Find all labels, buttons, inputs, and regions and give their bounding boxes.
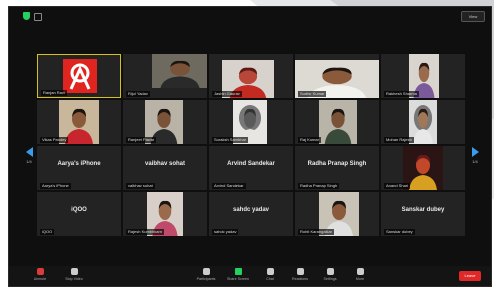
participant-tile[interactable]: Suraksh Sambhar [209,100,293,144]
participant-name-label: Sudhir Kumar [298,91,327,97]
leave-button[interactable]: Leave [459,271,481,281]
toolbar-button-label: More [355,277,365,281]
participant-display-name: Arvind Sandekar [227,161,275,167]
toolbar-button-label: Unmute [33,277,47,281]
participant-name-label: Aarya's iPhone [40,183,71,189]
video-toolbar-button[interactable]: Stop Video [59,268,89,281]
participant-tile[interactable]: Aarya's iPhone Aarya's iPhone [37,146,121,190]
participant-tile[interactable]: Anand Shari [381,146,465,190]
participant-display-name: Sanskar dubey [401,207,445,213]
reactions-toolbar-button[interactable]: Reactions [285,268,315,281]
participant-logo [63,59,97,97]
chat-toolbar-button[interactable]: Chat [255,268,285,281]
chat-icon [266,268,274,275]
participant-name-label: Anand Shari [384,183,411,189]
participant-tile[interactable]: Ranjeet Pawar [123,100,207,144]
chevron-right-icon [471,147,479,157]
participant-video [319,100,357,144]
settings-toolbar-button[interactable]: Settings [315,268,345,281]
participant-tile[interactable]: vaibhav sohat vaibhav sohat [123,146,207,190]
participant-name-label: Rohit Karangalkar [298,229,335,235]
reactions-icon [296,268,304,275]
participant-tile[interactable]: Rohit Karangalkar [295,192,379,236]
participant-name-label: Rajesh Kumbhkarn [126,229,165,235]
participant-display-name: vaibhav sohat [144,161,185,167]
participant-tile[interactable]: Arvind Sandekar Arvind Sandekar [209,146,293,190]
participant-name-label: vaibhav sohat [126,183,155,189]
participant-tile[interactable]: Rajesh Kumbhkarn [123,192,207,236]
meeting-toolbar: Unmute Stop Video Participants Share Screen… [9,266,491,286]
participant-name-label: Raj Kumar [298,137,321,143]
top-bar: View [9,7,491,23]
participant-name-label: Ranjeet Pawar [126,137,157,143]
previous-page-button[interactable]: 1/4 [23,147,35,164]
participant-tile[interactable]: sahdc yadav sahdc yadav [209,192,293,236]
participant-tile[interactable]: iQOO iQOO [37,192,121,236]
toolbar-button-label: Participants [196,277,216,281]
participant-name-label: iQOO [40,229,55,235]
participant-tile[interactable]: Mohan Rajesh [381,100,465,144]
toolbar-button-label: Stop Video [65,277,83,281]
participant-name-label: Mohan Rajesh [384,137,414,143]
participant-video [152,54,207,93]
participant-display-name: Aarya's iPhone [57,161,101,167]
participant-tile[interactable]: Vikas Pandey [37,100,121,144]
participant-tile[interactable]: Radha Pranap Singh Radha Pranap Singh [295,146,379,190]
participants-icon [202,268,210,275]
meeting-info-icon[interactable] [34,13,42,21]
participant-name-label: Ranjan Ravi [41,90,67,96]
participant-name-label: Vikas Pandey [40,137,69,143]
share-screen-toolbar-button[interactable]: Share Screen [223,268,253,281]
participant-name-label: Rijul Yadav [126,91,150,97]
video-icon [70,268,78,275]
security-shield-icon[interactable] [23,12,30,20]
participant-tile[interactable]: Rijul Yadav [123,54,207,98]
toolbar-button-label: Settings [323,277,337,281]
mic-muted-icon [36,268,44,275]
participant-name-label: Rakhesh Sharma [384,91,419,97]
participant-display-name: Radha Pranap Singh [307,161,367,167]
more-toolbar-button[interactable]: More [345,268,375,281]
participant-tile[interactable]: Jashin Gaurav [209,54,293,98]
participant-name-label: Sanskar dubey [384,229,415,235]
participant-tile[interactable]: Sanskar dubey Sanskar dubey [381,192,465,236]
participant-tile[interactable]: Sudhir Kumar [295,54,379,98]
settings-icon [326,268,334,275]
page-indicator-left: 1/4 [26,159,32,164]
participant-tile[interactable]: Ranjan Ravi [37,54,121,98]
toolbar-button-label: Reactions [292,277,308,281]
participant-name-label: Jashin Gaurav [212,91,242,97]
next-page-button[interactable]: 1/4 [469,147,481,164]
participant-name-label: Suraksh Sambhar [212,137,249,143]
toolbar-button-label: Share Screen [227,277,249,281]
participant-name-label: Arvind Sandekar [212,183,246,189]
participants-toolbar-button[interactable]: Participants [191,268,221,281]
toolbar-button-label: Chat [266,277,274,281]
participant-tile[interactable]: Rakhesh Sharma [381,54,465,98]
participant-tile[interactable]: Raj Kumar [295,100,379,144]
page-indicator-right: 1/4 [472,159,478,164]
mic-muted-toolbar-button[interactable]: Unmute [25,268,55,281]
participant-display-name: sahdc yadav [232,207,270,213]
chevron-left-icon [25,147,33,157]
view-button[interactable]: View [461,11,485,22]
share-screen-icon [234,268,242,275]
participant-name-label: Radha Pranap Singh [298,183,340,189]
more-icon [356,268,364,275]
participant-display-name: iQOO [71,207,87,213]
zoom-meeting-window: View 1/4 1/4 Ranjan Ravi Rijul Yadav Jashi… [8,6,492,287]
participant-name-label: sahdc yadav [212,229,239,235]
